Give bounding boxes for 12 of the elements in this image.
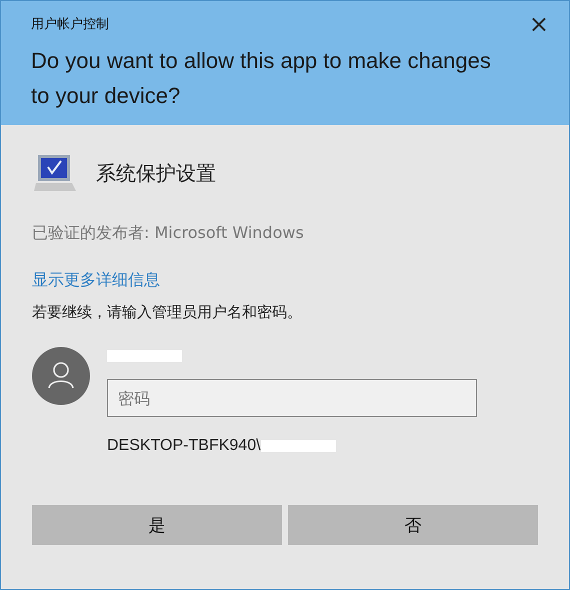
close-button[interactable]: ×	[522, 13, 555, 35]
window-title: 用户帐户控制	[31, 16, 109, 33]
account-name: DESKTOP-TBFK940\	[107, 437, 261, 455]
instruction-text: 若要继续，请输入管理员用户名和密码。	[32, 303, 303, 322]
monitor-icon	[32, 153, 78, 193]
user-avatar-icon	[32, 347, 90, 405]
dialog-heading: Do you want to allow this app to make changes to your device?	[31, 47, 492, 110]
dialog-button[interactable]: 否	[288, 505, 538, 545]
dialog-button[interactable]: 是	[32, 505, 282, 545]
publisher-text: 已验证的发布者: Microsoft Windows	[32, 223, 305, 244]
password-field[interactable]: 密码	[107, 379, 477, 417]
app-name: 系统保护设置	[96, 160, 216, 186]
